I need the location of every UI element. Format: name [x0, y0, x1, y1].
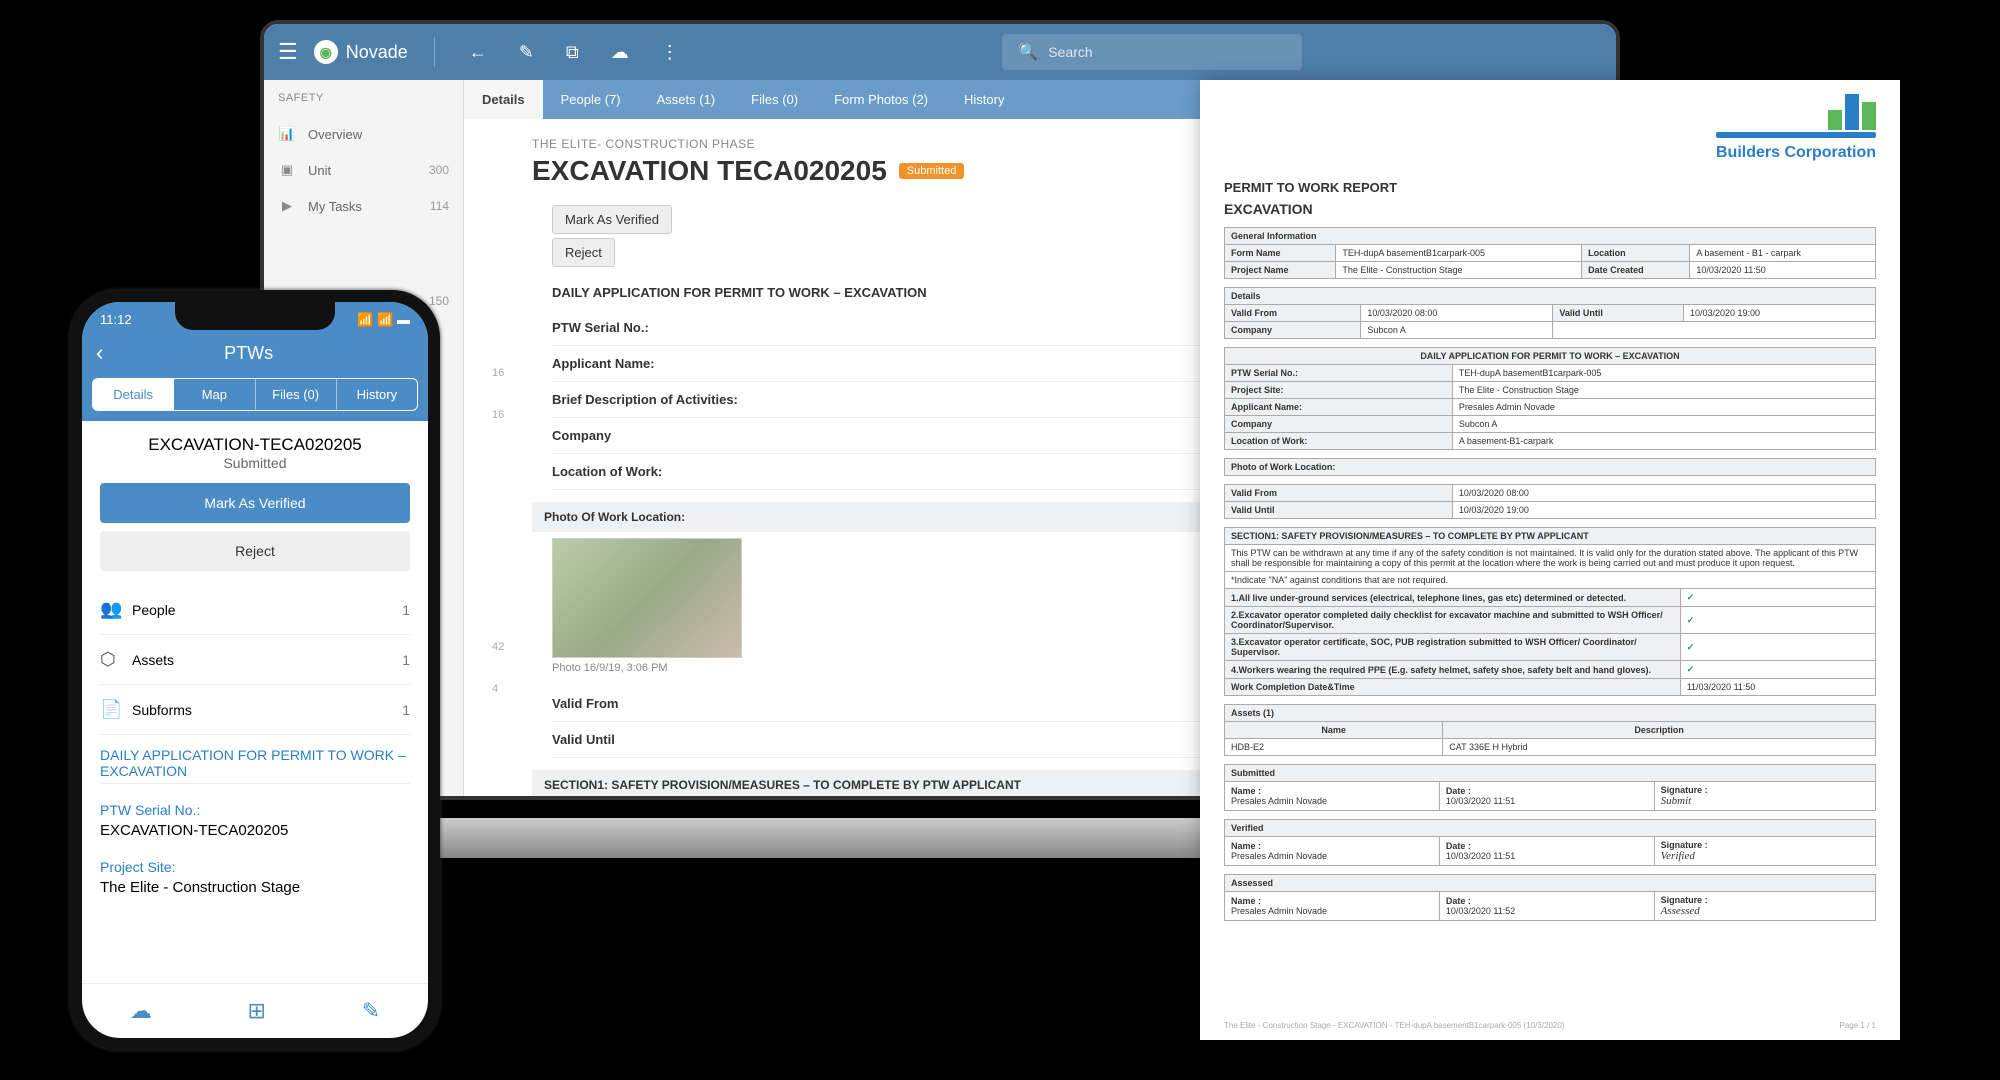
phone-title: PTWs: [115, 343, 382, 364]
edit-icon[interactable]: ✎: [362, 998, 380, 1024]
field-serial-label: PTW Serial No.:: [100, 790, 410, 822]
ptab-history[interactable]: History: [337, 379, 417, 410]
phone-mockup: 11:12 📶 📶 ▬ ‹ PTWs Details Map Files (0)…: [70, 290, 440, 1050]
record-status: Submitted: [100, 455, 410, 471]
tab-files[interactable]: Files (0): [733, 80, 816, 119]
assets-icon: ⬡: [100, 649, 132, 670]
list-people[interactable]: 👥People1: [100, 585, 410, 635]
report-logo: Builders Corporation: [1716, 94, 1876, 162]
people-icon: 👥: [100, 599, 132, 620]
chart-icon: 📊: [278, 126, 296, 142]
phone-bottom-bar: ☁ ⊞ ✎: [82, 983, 428, 1038]
sidebar-item-unit[interactable]: ▣Unit300: [264, 152, 463, 188]
list-subforms[interactable]: 📄Subforms1: [100, 685, 410, 735]
search-icon: 🔍: [1018, 42, 1038, 62]
ptab-files[interactable]: Files (0): [256, 379, 337, 410]
ptab-map[interactable]: Map: [174, 379, 255, 410]
play-icon: ▶: [278, 198, 296, 214]
work-location-photo[interactable]: [552, 538, 742, 658]
report-title: PERMIT TO WORK REPORT: [1224, 180, 1876, 195]
copy-icon[interactable]: ⧉: [558, 38, 587, 67]
cloud-icon[interactable]: ☁: [603, 38, 637, 67]
sidebar-header: SAFETY: [264, 80, 463, 116]
status-badge: Submitted: [899, 163, 965, 179]
edit-icon[interactable]: ✎: [511, 38, 542, 67]
top-bar: ☰ ◉ Novade ← ✎ ⧉ ☁ ⋮ 🔍: [264, 24, 1616, 80]
tab-assets[interactable]: Assets (1): [639, 80, 734, 119]
sidebar-item-overview[interactable]: 📊Overview: [264, 116, 463, 152]
record-title: EXCAVATION-TECA020205: [100, 435, 410, 455]
brand-name: Novade: [346, 42, 408, 63]
add-icon[interactable]: ⊞: [248, 998, 266, 1024]
phone-reject-button[interactable]: Reject: [100, 531, 410, 571]
field-serial-value: EXCAVATION-TECA020205: [100, 822, 410, 847]
tab-photos[interactable]: Form Photos (2): [816, 80, 946, 119]
tab-people[interactable]: People (7): [543, 80, 639, 119]
field-site-label: Project Site:: [100, 847, 410, 879]
search-field[interactable]: 🔍: [1002, 34, 1302, 70]
pdf-report: Builders Corporation PERMIT TO WORK REPO…: [1200, 80, 1900, 1040]
list-assets[interactable]: ⬡Assets1: [100, 635, 410, 685]
more-icon[interactable]: ⋮: [653, 38, 687, 67]
back-icon[interactable]: ←: [461, 38, 495, 67]
verify-button[interactable]: Mark As Verified: [552, 205, 672, 234]
signal-icon: 📶 📶 ▬: [357, 312, 410, 328]
brand: ◉ Novade: [314, 40, 408, 64]
form-link[interactable]: DAILY APPLICATION FOR PERMIT TO WORK – E…: [100, 735, 410, 783]
page-title: EXCAVATION TECA020205: [532, 155, 887, 187]
menu-icon[interactable]: ☰: [278, 39, 298, 65]
gutter: 16 16 42 4: [492, 137, 532, 778]
search-input[interactable]: [1048, 44, 1229, 60]
back-icon[interactable]: ‹: [96, 340, 103, 366]
subforms-icon: 📄: [100, 699, 132, 720]
unit-icon: ▣: [278, 162, 296, 178]
sidebar-item-mytasks[interactable]: ▶My Tasks114: [264, 188, 463, 224]
tab-details[interactable]: Details: [464, 80, 543, 119]
ptab-details[interactable]: Details: [93, 379, 174, 410]
brand-logo-icon: ◉: [314, 40, 338, 64]
report-subtitle: EXCAVATION: [1224, 201, 1876, 217]
download-icon[interactable]: ☁: [130, 998, 152, 1024]
field-site-value: The Elite - Construction Stage: [100, 879, 410, 904]
reject-button[interactable]: Reject: [552, 238, 615, 267]
tab-history[interactable]: History: [946, 80, 1022, 119]
phone-verify-button[interactable]: Mark As Verified: [100, 483, 410, 523]
